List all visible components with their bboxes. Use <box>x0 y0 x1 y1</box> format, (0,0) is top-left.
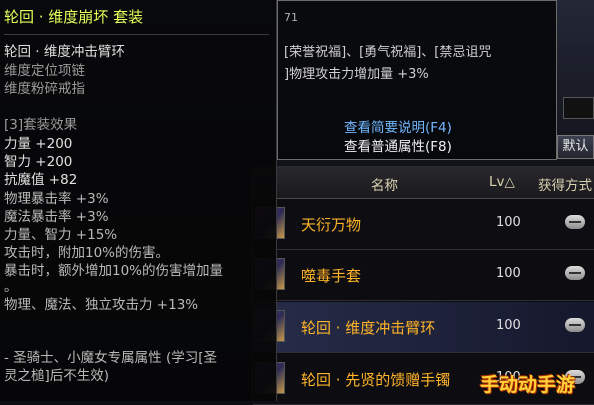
effect-line-1: [荣誉祝福]、[勇气祝福]、[禁忌诅咒 <box>284 45 492 60</box>
set-bonus-tooltip: 轮回 · 维度崩坏 套装 轮回 · 维度冲击臂环 维度定位项链 维度粉碎戒指 [… <box>0 0 277 401</box>
stat-line: 暴击时，额外增加10%的伤害增加量 <box>4 263 224 279</box>
stat-line: 物理、魔法、独立攻击力 +13% <box>4 297 199 313</box>
stat-line: 抗魔值 +82 <box>4 172 78 188</box>
stat-line: 。 <box>4 279 18 295</box>
search-input[interactable] <box>563 97 594 119</box>
set-item-2: 维度定位项链 <box>4 63 85 79</box>
equipment-table: 名称 Lv△ 获得方式 天衍万物 100 噬毒手套 100 轮回 · 维度冲击臂… <box>252 166 594 405</box>
item-effect-tooltip: 71 [荣誉祝福]、[勇气祝福]、[禁忌诅咒 ]物理攻击力增加量 +3% 查看简… <box>277 0 557 160</box>
table-row-selected[interactable]: 轮回 · 维度冲击臂环 100 <box>253 302 594 353</box>
table-row[interactable]: 天衍万物 100 <box>253 199 594 250</box>
item-name: 轮回 · 维度冲击臂环 <box>301 319 436 337</box>
item-level: 100 <box>496 318 521 333</box>
stat-line: 攻击时，附加10%的伤害。 <box>4 245 170 261</box>
stat-line: 力量 +200 <box>4 136 73 152</box>
set-title: 轮回 · 维度崩坏 套装 <box>4 8 144 26</box>
tooltip-number: 71 <box>284 11 298 24</box>
class-note-line-2: 灵之槌]后不生效) <box>4 368 110 384</box>
effect-line-2: ]物理攻击力增加量 +3% <box>284 67 429 82</box>
view-brief-link[interactable]: 查看简要说明(F4) <box>344 116 452 136</box>
header-level[interactable]: Lv△ <box>489 174 515 190</box>
stat-line: 魔法暴击率 +3% <box>4 209 109 225</box>
item-name: 天衍万物 <box>301 216 362 234</box>
item-name: 噬毒手套 <box>301 267 362 285</box>
header-source[interactable]: 获得方式 <box>538 174 592 194</box>
set-item-1: 轮回 · 维度冲击臂环 <box>4 44 125 60</box>
table-row[interactable]: 噬毒手套 100 <box>253 250 594 301</box>
default-sort-button[interactable]: 默认 <box>557 135 594 159</box>
title-divider <box>4 34 269 35</box>
source-toggle-icon[interactable] <box>565 215 585 229</box>
source-toggle-icon[interactable] <box>565 318 585 332</box>
item-name: 轮回 · 先贤的馈赠手镯 <box>301 371 451 389</box>
item-level: 100 <box>496 215 521 230</box>
site-watermark: 手动动手游 <box>480 374 576 396</box>
header-name[interactable]: 名称 <box>371 174 398 194</box>
class-note-line-1: - 圣骑士、小魔女专属属性 (学习[圣 <box>4 350 217 366</box>
stat-line: 智力 +200 <box>4 154 73 170</box>
stat-line: 力量、智力 +15% <box>4 227 118 243</box>
item-level: 100 <box>496 266 521 281</box>
stat-line: 物理暴击率 +3% <box>4 191 109 207</box>
source-toggle-icon[interactable] <box>565 266 585 280</box>
set-item-3: 维度粉碎戒指 <box>4 81 85 97</box>
view-normal-link[interactable]: 查看普通属性(F8) <box>344 135 452 155</box>
table-header: 名称 Lv△ 获得方式 <box>253 166 594 199</box>
set-effect-header: [3]套装效果 <box>4 117 78 133</box>
